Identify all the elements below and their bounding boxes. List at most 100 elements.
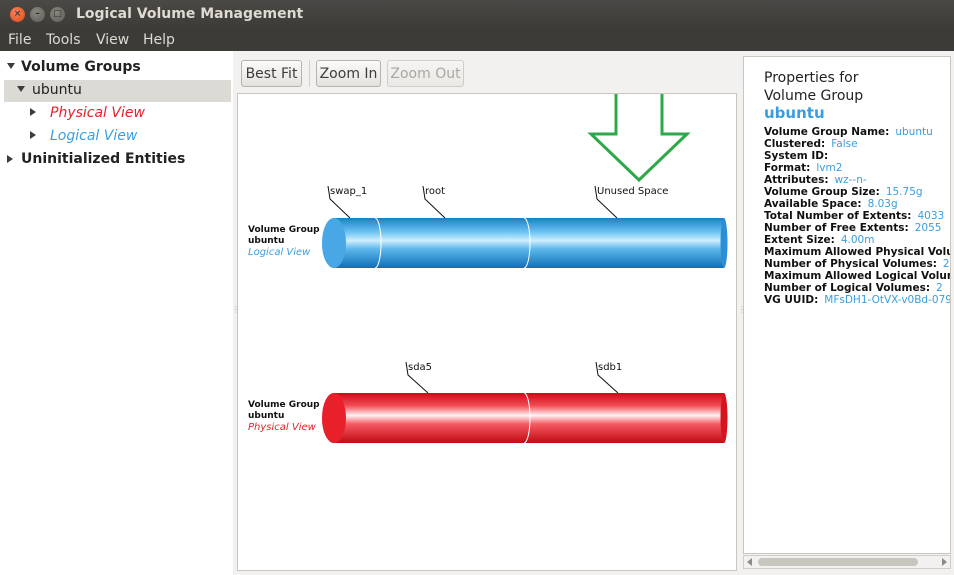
property-key: Number of Free Extents: <box>764 222 909 234</box>
property-value: MFsDH1-OtVX-v0Bd-079Q-D <box>824 294 951 306</box>
property-row: Number of Free Extents: 2055 <box>764 222 941 234</box>
property-key: System ID: <box>764 150 829 162</box>
property-value: 2 <box>942 258 950 270</box>
expander-right-icon[interactable] <box>30 131 36 139</box>
property-row: VG UUID: MFsDH1-OtVX-v0Bd-079Q-D <box>764 294 951 306</box>
logical-vg-heading: Volume Group <box>248 225 320 235</box>
segment-label-swap[interactable]: swap_1 <box>330 186 367 197</box>
property-key: Volume Group Name: <box>764 126 890 138</box>
property-row: Available Space: 8.03g <box>764 198 898 210</box>
property-value: lvm2 <box>816 162 843 174</box>
scrollbar-thumb[interactable] <box>758 558 918 566</box>
expander-down-icon[interactable] <box>7 63 15 69</box>
logical-cylinder-end <box>720 218 728 268</box>
property-row: Number of Physical Volumes: 2 <box>764 258 950 270</box>
properties-title: Properties for Volume Group <box>764 69 863 105</box>
property-key: Attributes: <box>764 174 829 186</box>
scroll-right-icon[interactable] <box>942 558 947 566</box>
tree-pane: Volume Groups ubuntu Physical View Logic… <box>0 51 233 575</box>
close-button[interactable]: × <box>10 7 25 22</box>
property-key: Total Number of Extents: <box>764 210 912 222</box>
physical-view-label: Physical View <box>248 422 316 433</box>
physical-cylinder <box>322 392 728 444</box>
tree-logical-view[interactable]: Logical View <box>50 128 137 144</box>
property-key: VG UUID: <box>764 294 819 306</box>
segment-label-sda5[interactable]: sda5 <box>408 362 432 373</box>
property-row: Total Number of Extents: 4033 <box>764 210 944 222</box>
window-title: Logical Volume Management <box>76 6 304 22</box>
physical-cylinder-cap <box>322 393 346 443</box>
property-value: False <box>831 138 858 150</box>
scroll-left-icon[interactable] <box>747 558 752 566</box>
volume-canvas: swap_1 root Unused Space sda5 sdb1 Volum… <box>237 93 737 571</box>
zoom-out-button[interactable]: Zoom Out <box>387 60 464 87</box>
physical-vg-label: Volume Group ubuntu Physical View <box>248 400 320 433</box>
property-value: 2 <box>936 282 943 294</box>
property-key: Maximum Allowed Physical Volumes: <box>764 246 950 258</box>
expander-right-icon[interactable] <box>7 155 13 163</box>
segment-label-root[interactable]: root <box>425 186 445 197</box>
tree-volume-groups[interactable]: Volume Groups <box>21 59 141 75</box>
property-row: Maximum Allowed Physical Volumes: <box>764 246 950 258</box>
tree-physical-view[interactable]: Physical View <box>50 105 145 121</box>
expander-down-icon[interactable] <box>17 86 25 92</box>
menu-view[interactable]: View <box>96 32 129 48</box>
minimize-button[interactable]: – <box>30 7 45 22</box>
property-row: Clustered: False <box>764 138 858 150</box>
property-key: Volume Group Size: <box>764 186 880 198</box>
properties-hscrollbar[interactable] <box>743 555 951 569</box>
properties-title-line2: Volume Group <box>764 88 864 104</box>
property-row: Number of Logical Volumes: 2 <box>764 282 943 294</box>
logical-cylinder-body <box>334 218 724 268</box>
segment-label-unused[interactable]: Unused Space <box>597 186 668 197</box>
property-row: Maximum Allowed Logical Volumes: <box>764 270 950 282</box>
property-row: Volume Group Size: 15.75g <box>764 186 923 198</box>
property-row: Extent Size: 4.00m <box>764 234 874 246</box>
physical-vg-name: ubuntu <box>248 411 285 421</box>
logical-cylinder-cap <box>322 218 346 268</box>
logical-view-label: Logical View <box>248 247 311 258</box>
property-key: Extent Size: <box>764 234 835 246</box>
minimize-icon: – <box>35 9 40 19</box>
logical-cylinder <box>322 217 728 269</box>
menu-help[interactable]: Help <box>143 32 175 48</box>
property-value: 2055 <box>914 222 942 234</box>
property-row: Volume Group Name: ubuntu <box>764 126 933 138</box>
maximize-button[interactable]: □ <box>50 7 65 22</box>
expander-right-icon[interactable] <box>30 108 36 116</box>
physical-cylinder-body <box>334 393 724 443</box>
physical-cylinder-end <box>720 393 728 443</box>
menu-file[interactable]: File <box>8 32 31 48</box>
segment-label-sdb1[interactable]: sdb1 <box>598 362 622 373</box>
annotation-arrow-icon <box>587 94 691 183</box>
logical-vg-label: Volume Group ubuntu Logical View <box>248 225 320 258</box>
zoom-in-button[interactable]: Zoom In <box>316 60 381 87</box>
property-row: Attributes: wz--n- <box>764 174 867 186</box>
property-value: 15.75g <box>885 186 923 198</box>
property-row: Format: lvm2 <box>764 162 842 174</box>
tree-vg-ubuntu[interactable]: ubuntu <box>32 82 82 98</box>
property-value: 8.03g <box>867 198 898 210</box>
property-row: System ID: <box>764 150 834 162</box>
property-value: ubuntu <box>895 126 933 138</box>
property-key: Number of Logical Volumes: <box>764 282 931 294</box>
logical-vg-name: ubuntu <box>248 236 285 246</box>
properties-pane: Properties for Volume Group ubuntu Volum… <box>743 56 951 554</box>
close-icon: × <box>13 9 22 19</box>
property-key: Available Space: <box>764 198 862 210</box>
maximize-icon: □ <box>53 9 62 19</box>
menu-tools[interactable]: Tools <box>46 32 81 48</box>
physical-vg-heading: Volume Group <box>248 400 320 410</box>
menu-bar: File Tools View Help <box>0 29 954 51</box>
property-key: Format: <box>764 162 811 174</box>
property-value: wz--n- <box>834 174 867 186</box>
best-fit-button[interactable]: Best Fit <box>241 60 302 87</box>
property-value: 4.00m <box>840 234 875 246</box>
volume-drawing: swap_1 root Unused Space sda5 sdb1 <box>322 94 728 444</box>
toolbar-separator <box>309 60 310 87</box>
property-value: 4033 <box>917 210 945 222</box>
property-key: Clustered: <box>764 138 826 150</box>
properties-title-line1: Properties for <box>764 70 859 86</box>
property-key: Number of Physical Volumes: <box>764 258 937 270</box>
tree-uninitialized-entities[interactable]: Uninitialized Entities <box>21 151 185 167</box>
